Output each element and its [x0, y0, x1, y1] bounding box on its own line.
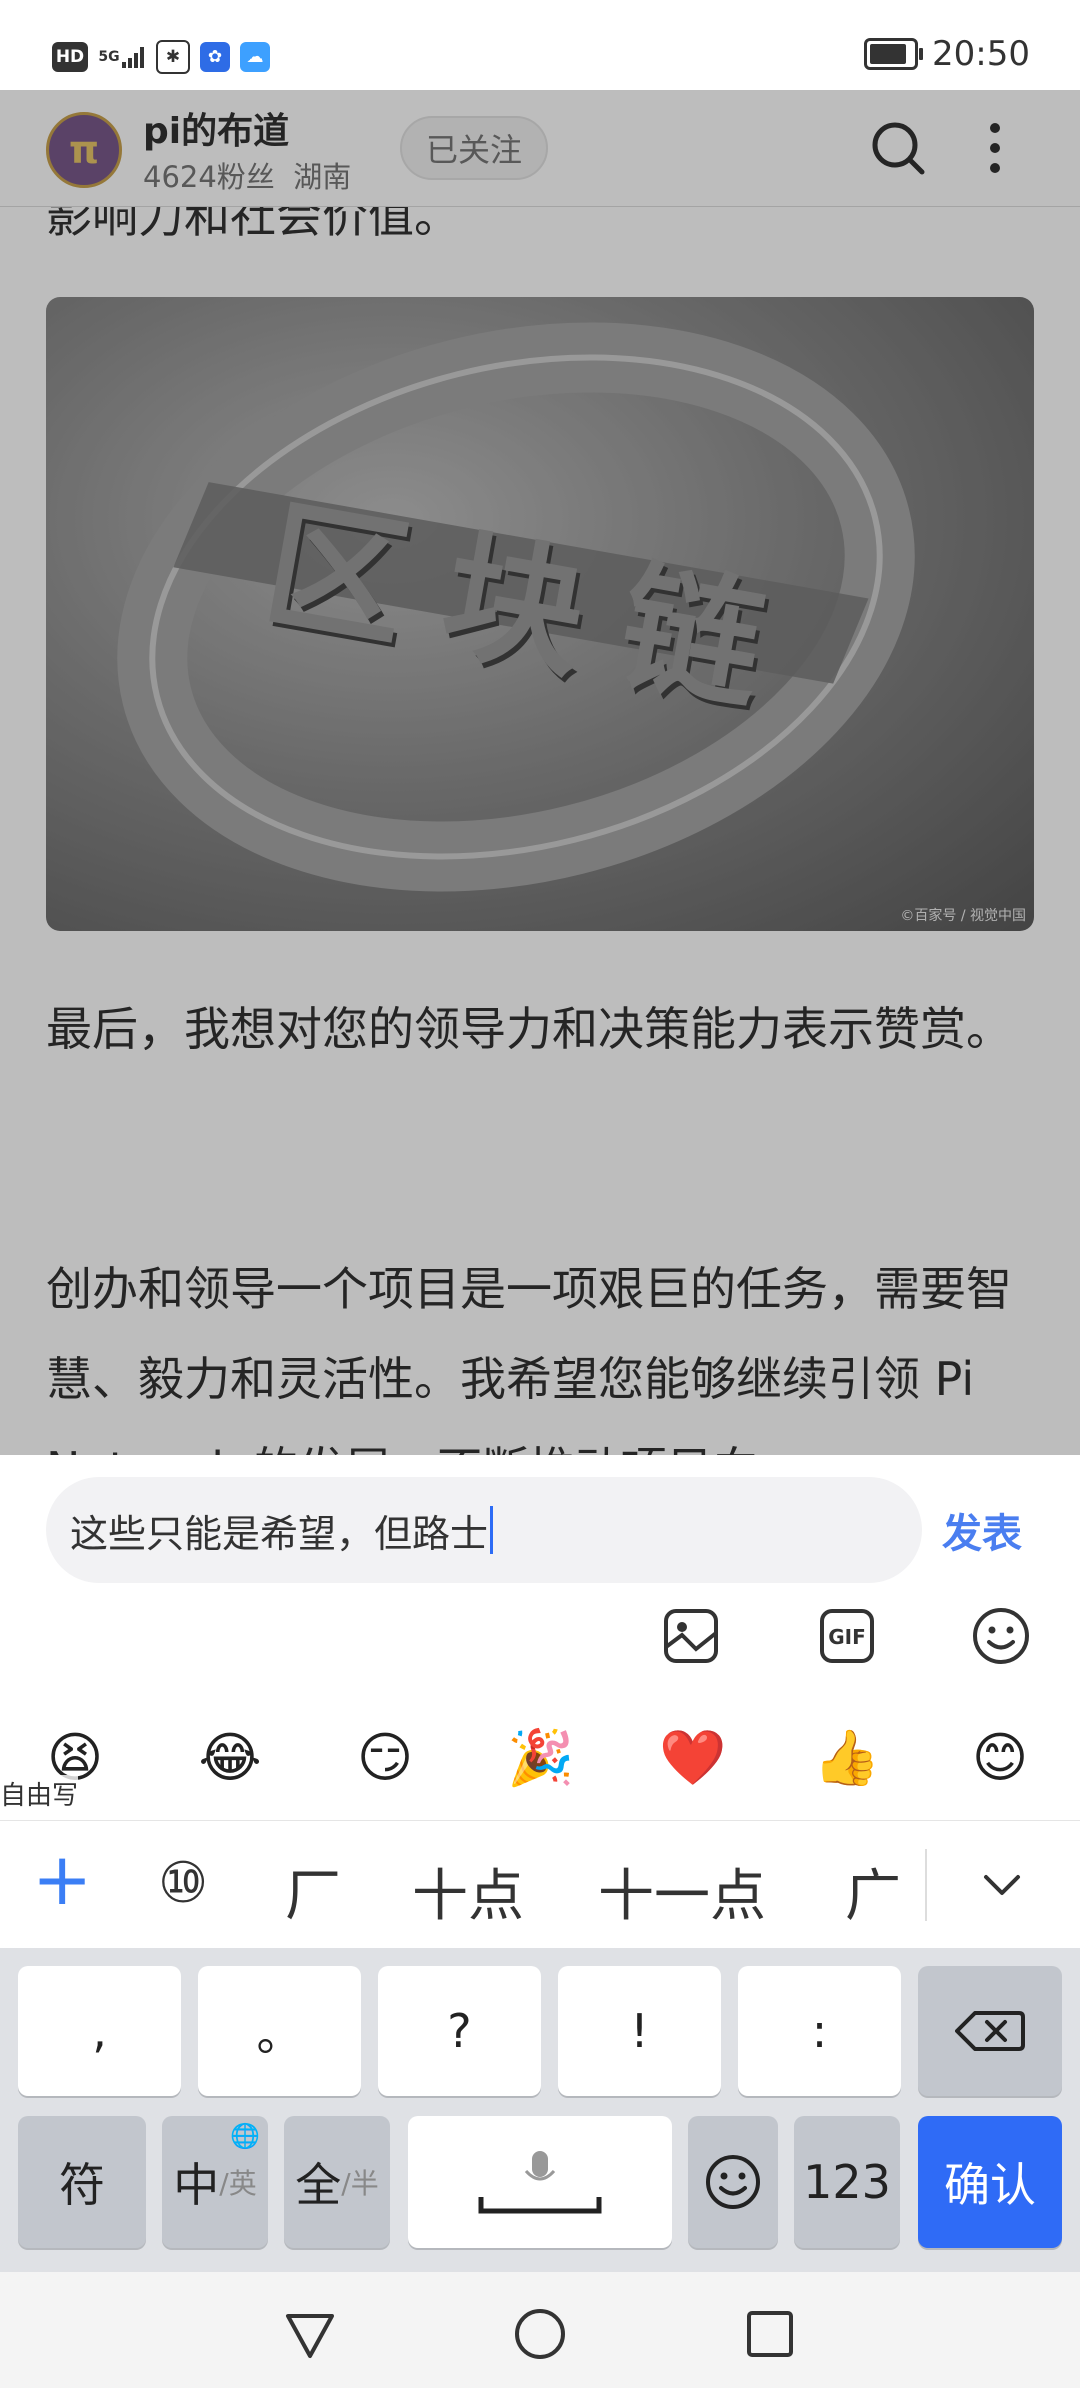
key-question[interactable]: ?: [378, 1966, 541, 2096]
recent-apps-icon[interactable]: [740, 2304, 800, 2364]
article-paragraph: 创办和领导一个项目是一项艰巨的任务，需要智慧、毅力和灵活性。我希望您能够继续引领…: [46, 1262, 1012, 1455]
svg-text:GIF: GIF: [828, 1625, 866, 1649]
article-content: 影响力和社会价值。 π pi的布道 4624粉丝 湖南 已关注 区块链 ©百家号…: [0, 90, 1080, 1455]
smiley-icon: [706, 2155, 760, 2209]
battery-icon: [864, 38, 924, 70]
author-name[interactable]: pi的布道: [143, 102, 289, 154]
key-colon[interactable]: :: [738, 1966, 901, 2096]
key-period[interactable]: 。: [198, 1966, 361, 2096]
follow-button[interactable]: 已关注: [400, 116, 548, 180]
candidate-divider: [925, 1849, 927, 1921]
candidate-item[interactable]: ⑩: [158, 1851, 208, 1916]
zh-label: 中: [173, 2158, 220, 2212]
hd-badge: HD: [52, 42, 88, 72]
free-write-label[interactable]: 自由写: [0, 1775, 79, 1812]
key-exclamation[interactable]: !: [558, 1966, 721, 2096]
emoji-item[interactable]: 😏: [352, 1725, 418, 1791]
more-options-icon[interactable]: [980, 118, 1010, 178]
clock: 20:50: [932, 34, 1030, 74]
backspace-icon: [955, 2011, 1025, 2051]
chinese-english-toggle-key[interactable]: 中/英 🌐: [162, 2116, 268, 2248]
signal-icon: 5G: [98, 42, 146, 72]
system-nav-bar: [0, 2272, 1080, 2388]
author-avatar[interactable]: π: [46, 112, 122, 188]
ime-keyboard: , 。 ? ! : 符 中/英 🌐 全/半 123 确认: [0, 1948, 1080, 2272]
network-label: 5G: [98, 49, 120, 65]
app-notification-icon: ✱: [156, 40, 190, 74]
ime-candidate-bar: + ⑩ 厂 十点 十一点 广: [0, 1820, 1080, 1949]
plus-icon[interactable]: +: [32, 1843, 92, 1915]
emoji-item[interactable]: 😊: [967, 1725, 1033, 1791]
comment-input[interactable]: 这些只能是希望，但路士: [46, 1477, 922, 1583]
candidate-item[interactable]: 十点: [412, 1851, 524, 1932]
emoji-item[interactable]: 😂: [197, 1725, 263, 1791]
status-bar: HD 5G ✱ ✿ ☁ 20:50: [0, 0, 1080, 90]
emoji-item[interactable]: ❤️: [659, 1725, 726, 1791]
emoji-face-icon[interactable]: [970, 1605, 1032, 1667]
author-meta: 4624粉丝 湖南: [143, 154, 351, 196]
baidu-app-icon: ✿: [200, 42, 230, 72]
emoji-item[interactable]: 👍: [813, 1725, 880, 1791]
chevron-down-icon[interactable]: [978, 1861, 1026, 1909]
candidate-item[interactable]: 广: [845, 1851, 901, 1932]
battery-level: [870, 44, 907, 64]
symbols-key[interactable]: 符: [18, 2116, 146, 2248]
en-sub-label: /英: [219, 2167, 257, 2200]
comment-input-value: 这些只能是希望，但路士: [70, 1511, 489, 1556]
half-sub-label: /半: [341, 2167, 379, 2200]
fans-count: 4624粉丝: [143, 160, 275, 194]
image-icon[interactable]: [660, 1605, 722, 1667]
emoji-item[interactable]: 🎉: [507, 1725, 574, 1791]
candidate-item[interactable]: 十一点: [598, 1851, 766, 1932]
status-left: HD 5G ✱ ✿ ☁: [52, 40, 270, 74]
publish-button[interactable]: 发表: [942, 1501, 1022, 1559]
cloud-app-icon: ☁: [240, 42, 270, 72]
article-header: π pi的布道 4624粉丝 湖南 已关注: [0, 90, 1080, 207]
numbers-key[interactable]: 123: [794, 2116, 900, 2248]
author-location: 湖南: [293, 160, 352, 194]
image-credit: ©百家号 / 视觉中国: [900, 908, 1026, 924]
full-half-width-key[interactable]: 全/半: [284, 2116, 390, 2248]
comment-composer: 这些只能是希望，但路士 发表 GIF 😫 😂 😏 🎉 ❤️ 👍 😊 自由写: [0, 1455, 1080, 1820]
gif-icon[interactable]: GIF: [816, 1605, 878, 1667]
confirm-key[interactable]: 确认: [918, 2116, 1062, 2248]
article-paragraph: 最后，我想对您的领导力和决策能力表示赞赏。: [46, 1002, 1012, 1056]
key-comma[interactable]: ,: [18, 1966, 181, 2096]
space-key[interactable]: [408, 2116, 672, 2248]
back-icon[interactable]: [280, 2304, 340, 2364]
text-cursor: [490, 1506, 494, 1554]
article-image[interactable]: 区块链 ©百家号 / 视觉中国: [46, 297, 1034, 931]
backspace-key[interactable]: [918, 1966, 1062, 2096]
microphone-space-icon: [478, 2151, 602, 2214]
search-icon[interactable]: [868, 118, 928, 178]
globe-icon: 🌐: [230, 2122, 260, 2150]
emoji-quick-row: 😫 😂 😏 🎉 ❤️ 👍 😊: [0, 1725, 1080, 1815]
status-right: 20:50: [864, 34, 1030, 74]
emoji-key[interactable]: [688, 2116, 778, 2248]
home-icon[interactable]: [510, 2304, 570, 2364]
candidate-item[interactable]: 厂: [285, 1851, 341, 1932]
full-label: 全: [295, 2158, 342, 2212]
